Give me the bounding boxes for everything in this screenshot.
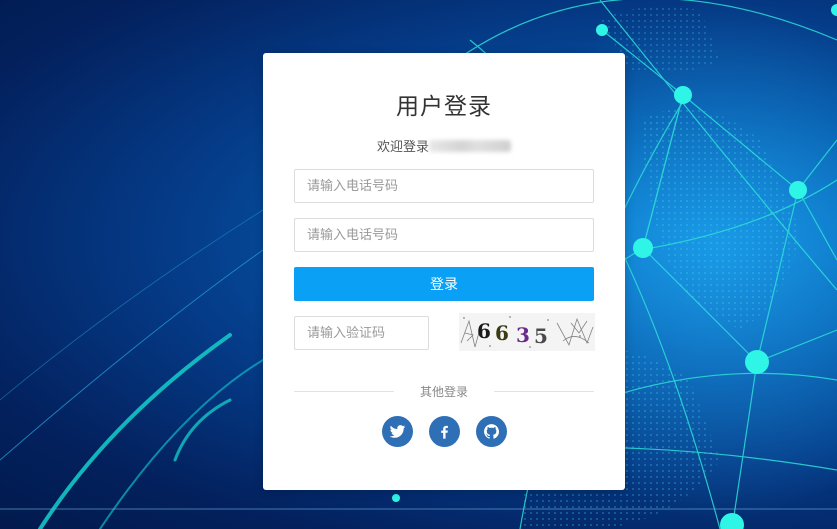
blurred-site-name	[429, 140, 511, 152]
github-login-button[interactable]	[475, 416, 507, 447]
captcha-image[interactable]: 6 6 3 5	[459, 313, 595, 351]
login-card: 用户登录 欢迎登录 登录 6 6 3 5 其他登录	[263, 53, 625, 490]
twitter-login-button[interactable]	[381, 416, 413, 447]
captcha-char-1: 6	[477, 319, 491, 343]
captcha-char-4: 5	[534, 324, 548, 348]
phone-input-secondary[interactable]	[294, 218, 594, 252]
captcha-input[interactable]	[294, 316, 429, 350]
other-login-divider: 其他登录	[294, 381, 594, 401]
github-icon	[483, 424, 499, 439]
facebook-icon	[440, 425, 448, 439]
welcome-text: 欢迎登录	[376, 140, 429, 155]
welcome-message: 欢迎登录	[263, 136, 625, 155]
phone-input[interactable]	[294, 169, 594, 203]
captcha-char-3: 3	[516, 323, 530, 347]
facebook-login-button[interactable]	[428, 416, 460, 447]
captcha-char-2: 6	[495, 321, 509, 345]
divider-line-right	[494, 391, 594, 392]
twitter-icon	[389, 425, 405, 438]
login-button[interactable]: 登录	[294, 267, 594, 301]
social-login-buttons	[263, 416, 625, 447]
page-title: 用户登录	[396, 94, 492, 120]
